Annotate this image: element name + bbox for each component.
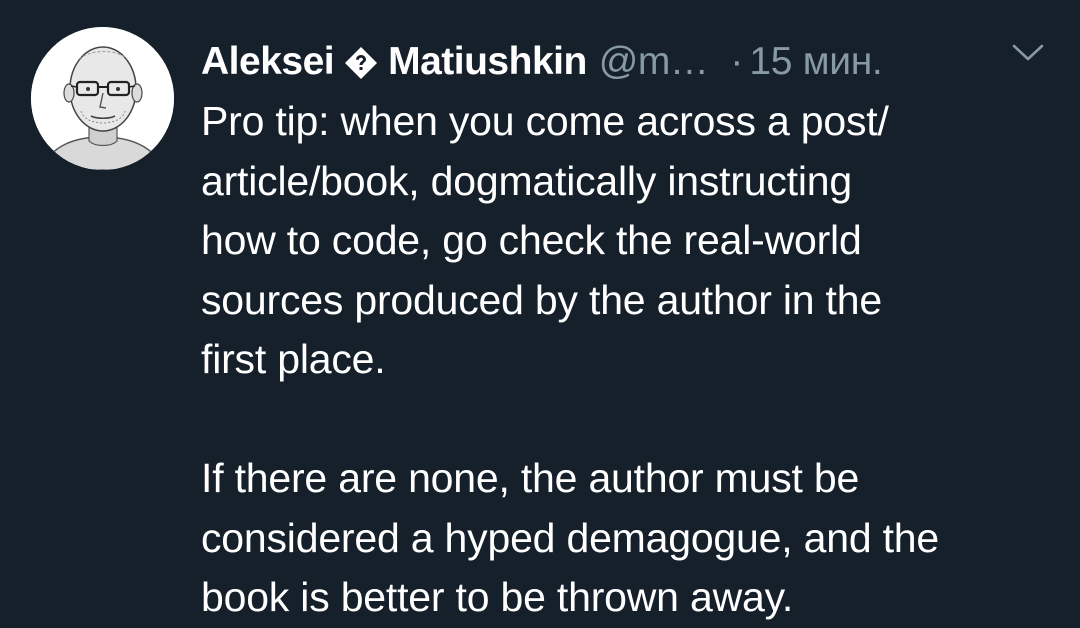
author-handle[interactable]: @m… xyxy=(599,36,709,88)
tweet-text-line: how to code, go check the real-world xyxy=(201,217,862,263)
tweet-text-line: considered a hyped demagogue, and the xyxy=(201,514,940,561)
avatar[interactable] xyxy=(31,27,174,170)
tweet-text: Pro tip: when you come across a post/ ar… xyxy=(201,92,1051,628)
tweet-text-line: book is better to be thrown away. xyxy=(201,574,794,620)
author-name-first[interactable]: Aleksei xyxy=(201,36,335,88)
chevron-down-icon[interactable] xyxy=(1010,40,1046,64)
tweet-text-line: article/book, dogmatically instructing xyxy=(201,157,852,204)
tweet-timestamp[interactable]: 15 мин. xyxy=(749,36,882,88)
author-name-last[interactable]: Matiushkin xyxy=(388,36,587,88)
tweet-header: Aleksei Matiushkin @m… · 15 мин. xyxy=(201,36,883,88)
tweet-text-line: Pro tip: when you come across a post/ xyxy=(201,98,889,144)
tweet-text-line: If there are none, the author must be xyxy=(201,455,860,501)
tweet-text-line: first place. xyxy=(201,336,386,382)
header-separator: · xyxy=(730,40,744,83)
verified-diamond-icon xyxy=(344,46,378,80)
avatar-portrait-icon xyxy=(31,27,174,170)
tweet-text-line: sources produced by the author in the xyxy=(201,276,882,323)
tweet[interactable]: Aleksei Matiushkin @m… · 15 мин. Pro tip… xyxy=(0,0,1080,628)
